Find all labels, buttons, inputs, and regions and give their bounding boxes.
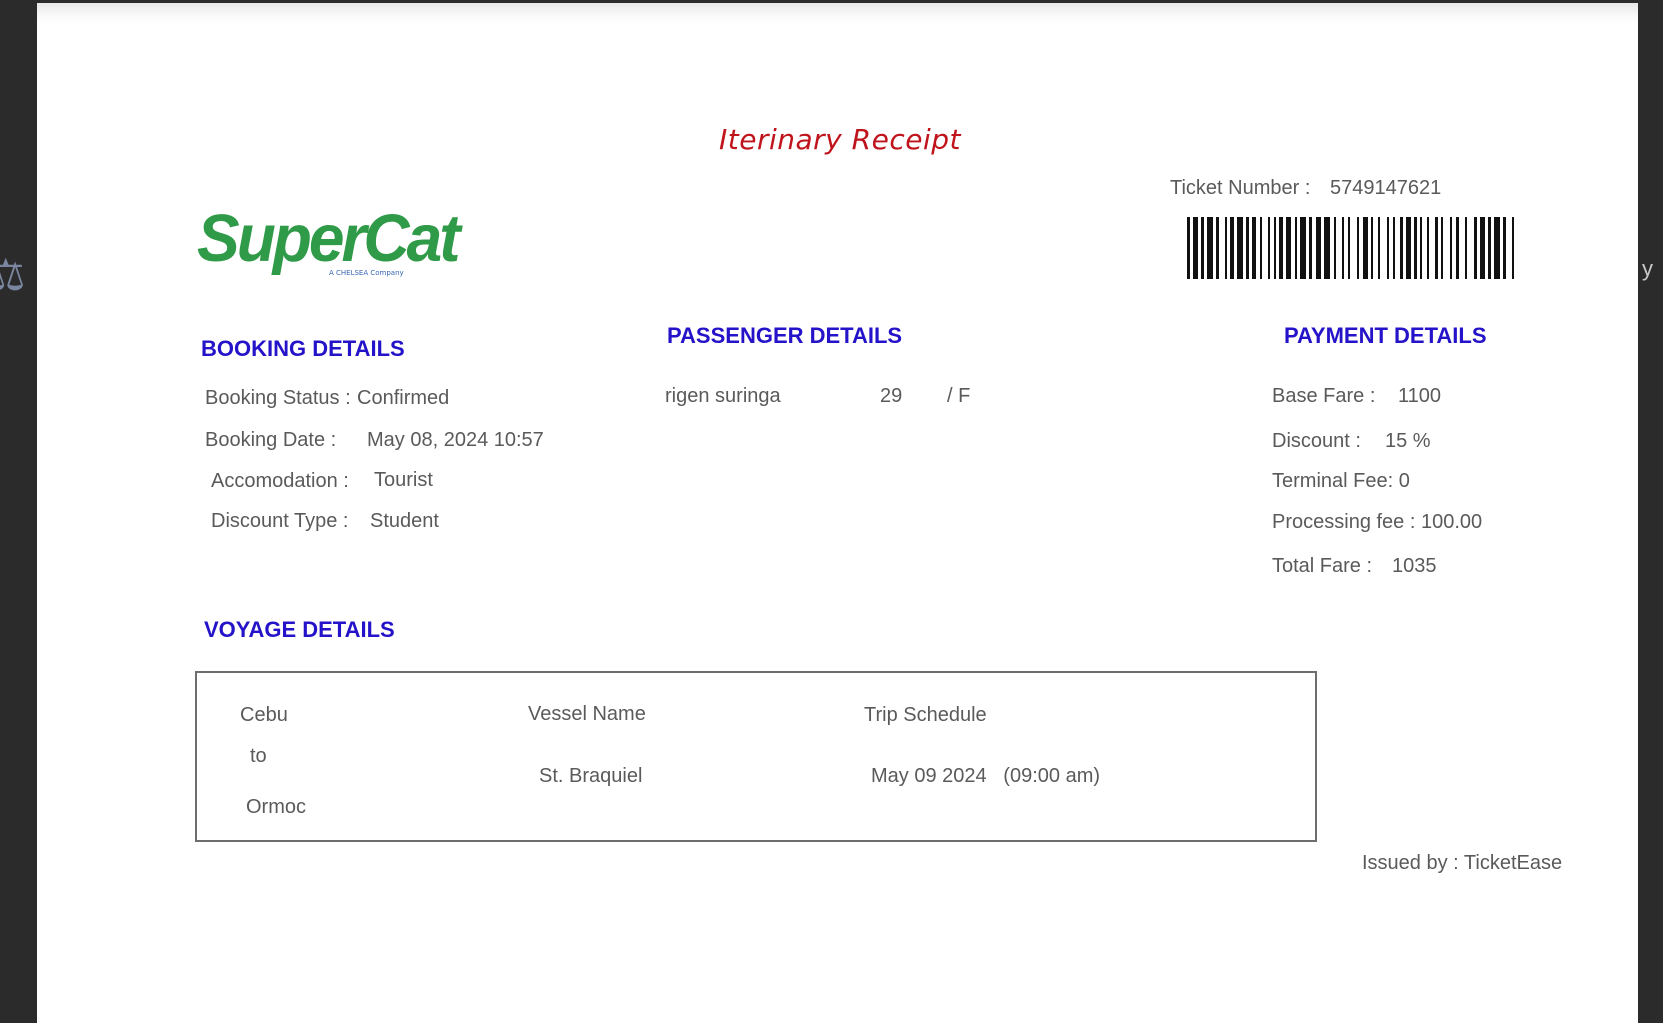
barcode-bar	[1279, 217, 1283, 279]
barcode-bar	[1246, 217, 1249, 279]
barcode-bar	[1494, 217, 1500, 279]
logo-tagline: A CHELSEA Company	[329, 269, 404, 277]
barcode-bar	[1474, 217, 1477, 279]
passenger-age: 29	[880, 385, 903, 407]
barcode-bar	[1300, 217, 1306, 279]
voyage-origin: Cebu	[240, 704, 288, 726]
receipt-title: Iterinary Receipt	[719, 123, 961, 156]
barcode-bar	[1387, 217, 1389, 279]
barcode	[1187, 217, 1517, 279]
barcode-bar	[1252, 217, 1256, 279]
booking-status-label: Booking Status :	[205, 387, 351, 409]
barcode-bar	[1378, 217, 1380, 279]
discount-value: 15 %	[1385, 430, 1431, 452]
barcode-bar	[1357, 217, 1359, 279]
barcode-bar	[1420, 217, 1422, 279]
barcode-bar	[1348, 217, 1350, 279]
voyage-details-heading: VOYAGE DETAILS	[204, 617, 395, 642]
ticket-number: 5749147621	[1330, 177, 1442, 199]
accommodation-label: Accomodation :	[211, 470, 349, 492]
total-fare-label: Total Fare :	[1272, 555, 1373, 577]
vessel-name-value: St. Braquiel	[539, 765, 643, 787]
supercat-logo: SuperCat	[197, 200, 460, 276]
barcode-bar	[1450, 217, 1452, 279]
barcode-bar	[1393, 217, 1395, 279]
barcode-bar	[1286, 217, 1291, 279]
trip-schedule-value: May 09 2024 (09:00 am)	[871, 765, 1101, 787]
barcode-bar	[1342, 217, 1344, 279]
barcode-bar	[1230, 217, 1234, 279]
barcode-bar	[1324, 217, 1330, 279]
discount-label: Discount :	[1272, 430, 1361, 452]
barcode-bar	[1371, 217, 1373, 279]
passenger-name: rigen suringa	[665, 385, 781, 407]
passenger-sex: / F	[947, 385, 971, 407]
accommodation-value: Tourist	[374, 469, 433, 491]
processing-fee: Processing fee : 100.00	[1272, 511, 1483, 533]
barcode-bar	[1441, 217, 1443, 279]
voyage-box: Cebu to Ormoc Vessel Name St. Braquiel T…	[195, 671, 1317, 842]
barcode-bar	[1427, 217, 1429, 279]
base-fare-label: Base Fare :	[1272, 385, 1376, 407]
barcode-bar	[1316, 217, 1321, 279]
voyage-destination: Ormoc	[246, 796, 306, 818]
barcode-bar	[1274, 217, 1276, 279]
barcode-bar	[1400, 217, 1403, 279]
barcode-bar	[1512, 217, 1514, 279]
passenger-details-heading: PASSENGER DETAILS	[667, 323, 903, 348]
discount-type-label: Discount Type :	[211, 510, 349, 532]
barcode-bar	[1216, 217, 1219, 279]
barcode-bar	[1465, 217, 1467, 279]
receipt-page: Iterinary Receipt SuperCat A CHELSEA Com…	[37, 3, 1638, 1023]
voyage-to: to	[250, 745, 267, 767]
barcode-bar	[1435, 217, 1438, 279]
base-fare-value: 1100	[1398, 385, 1442, 407]
total-fare-value: 1035	[1392, 555, 1437, 577]
trip-schedule-label: Trip Schedule	[864, 704, 987, 726]
barcode-bar	[1207, 217, 1213, 279]
terminal-fee: Terminal Fee: 0	[1272, 470, 1410, 492]
app-icon: ⚖	[0, 251, 26, 300]
barcode-bar	[1201, 217, 1204, 279]
booking-status-value: Confirmed	[357, 387, 450, 409]
issued-by: Issued by : TicketEase	[1362, 852, 1563, 874]
booking-date-label: Booking Date :	[205, 429, 337, 451]
booking-details-heading: BOOKING DETAILS	[201, 336, 405, 361]
barcode-bar	[1503, 217, 1506, 279]
edge-text: y	[1642, 256, 1653, 281]
barcode-bar	[1260, 217, 1262, 279]
barcode-bar	[1193, 217, 1198, 279]
barcode-bar	[1456, 217, 1459, 279]
payment-details-heading: PAYMENT DETAILS	[1284, 323, 1487, 348]
barcode-bar	[1309, 217, 1312, 279]
ticket-number-label: Ticket Number :	[1170, 177, 1311, 199]
barcode-bar	[1334, 217, 1336, 279]
barcode-bar	[1268, 217, 1270, 279]
barcode-bar	[1237, 217, 1243, 279]
booking-date-value: May 08, 2024 10:57	[367, 429, 544, 451]
barcode-bar	[1406, 217, 1411, 279]
barcode-bar	[1414, 217, 1417, 279]
barcode-bar	[1225, 217, 1227, 279]
barcode-bar	[1488, 217, 1491, 279]
barcode-bar	[1295, 217, 1297, 279]
barcode-bar	[1363, 217, 1368, 279]
barcode-bar	[1480, 217, 1485, 279]
barcode-bar	[1187, 217, 1190, 279]
vessel-name-label: Vessel Name	[528, 703, 646, 725]
discount-type-value: Student	[370, 510, 439, 532]
